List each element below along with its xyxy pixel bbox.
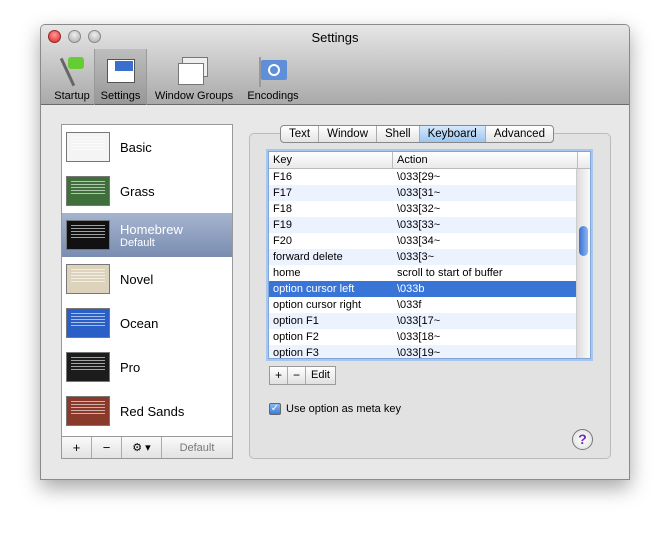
profile-list[interactable]: Basic Grass Homebrew Default Novel Ocean Pro Re…: [61, 124, 233, 437]
flag-icon: [56, 55, 88, 87]
column-header-action[interactable]: Action: [393, 152, 578, 168]
key-cell: option F2: [273, 331, 319, 343]
profile-thumbnail: [66, 264, 110, 294]
table-row[interactable]: option cursor right \033f: [269, 297, 590, 313]
table-row[interactable]: home scroll to start of buffer: [269, 265, 590, 281]
profile-item[interactable]: Novel: [62, 257, 232, 301]
profile-item[interactable]: Grass: [62, 169, 232, 213]
profile-name: Homebrew: [120, 221, 183, 237]
help-button[interactable]: ?: [572, 429, 593, 450]
default-button[interactable]: Default: [162, 437, 232, 458]
vertical-scrollbar[interactable]: [576, 169, 590, 358]
add-profile-button[interactable]: +: [62, 437, 92, 458]
add-key-button[interactable]: +: [270, 367, 289, 384]
profile-list-bar: + − ⚙ ▾ Default: [61, 437, 233, 459]
tab-text[interactable]: Text: [281, 126, 320, 142]
edit-key-button[interactable]: Edit: [306, 367, 335, 384]
profile-thumbnail: [66, 352, 110, 382]
key-cell: option F1: [273, 315, 319, 327]
action-cell: \033f: [397, 299, 422, 311]
profile-name: Red Sands: [120, 403, 185, 419]
key-cell: option cursor right: [273, 299, 362, 311]
profile-name: Pro: [120, 359, 141, 375]
action-cell: \033[3~: [397, 251, 435, 263]
gear-menu-button[interactable]: ⚙ ▾: [122, 437, 162, 458]
key-cell: forward delete: [273, 251, 343, 263]
profile-thumbnail: [66, 308, 110, 338]
action-cell: \033[34~: [397, 235, 441, 247]
toolbar-window-groups[interactable]: Window Groups: [150, 49, 238, 105]
key-cell: F19: [273, 219, 292, 231]
action-cell: \033[29~: [397, 171, 441, 183]
scrollbar-thumb[interactable]: [579, 226, 588, 256]
meta-key-option[interactable]: ✓ Use option as meta key: [269, 403, 401, 415]
window-groups-icon: [178, 55, 210, 87]
tab-keyboard[interactable]: Keyboard: [419, 126, 486, 142]
table-buttons: + − Edit: [269, 366, 336, 385]
key-cell: F16: [273, 171, 292, 183]
profile-item[interactable]: Pro: [62, 345, 232, 389]
table-row[interactable]: F17 \033[31~: [269, 185, 590, 201]
table-row[interactable]: option F1 \033[17~: [269, 313, 590, 329]
tab-advanced[interactable]: Advanced: [486, 126, 553, 142]
un-flag-icon: [257, 55, 289, 87]
settings-tabs: Text Window Shell Keyboard Advanced: [280, 125, 554, 143]
table-row[interactable]: F18 \033[32~: [269, 201, 590, 217]
profile-thumbnail: [66, 132, 110, 162]
meta-key-checkbox[interactable]: ✓: [269, 403, 281, 415]
profile-thumbnail: [66, 396, 110, 426]
tab-shell[interactable]: Shell: [377, 126, 420, 142]
settings-icon: [105, 55, 137, 87]
action-cell: \033[19~: [397, 347, 441, 359]
remove-profile-button[interactable]: −: [92, 437, 122, 458]
profile-item[interactable]: Homebrew Default: [62, 213, 232, 257]
remove-key-button[interactable]: −: [288, 367, 307, 384]
action-cell: scroll to start of buffer: [397, 267, 503, 279]
profile-name: Grass: [120, 183, 155, 199]
action-cell: \033[17~: [397, 315, 441, 327]
profile-item[interactable]: Red Sands: [62, 389, 232, 433]
profile-name: Ocean: [120, 315, 159, 331]
table-row[interactable]: forward delete \033[3~: [269, 249, 590, 265]
table-row[interactable]: F16 \033[29~: [269, 169, 590, 185]
profile-name: Basic: [120, 139, 152, 155]
toolbar-startup[interactable]: Startup: [47, 49, 97, 105]
key-cell: home: [273, 267, 301, 279]
key-cell: F18: [273, 203, 292, 215]
table-row[interactable]: option F2 \033[18~: [269, 329, 590, 345]
profile-name: Novel: [120, 271, 154, 287]
key-cell: option cursor left: [273, 283, 355, 295]
action-cell: \033[33~: [397, 219, 441, 231]
profile-item[interactable]: Ocean: [62, 301, 232, 345]
action-cell: \033[31~: [397, 187, 441, 199]
table-row[interactable]: F19 \033[33~: [269, 217, 590, 233]
key-cell: option F3: [273, 347, 319, 359]
action-cell: \033[18~: [397, 331, 441, 343]
table-row[interactable]: option cursor left \033b: [269, 281, 590, 297]
key-cell: F20: [273, 235, 292, 247]
action-cell: \033b: [397, 283, 425, 295]
toolbar-settings[interactable]: Settings: [94, 49, 147, 105]
column-header-key[interactable]: Key: [269, 152, 393, 168]
table-row[interactable]: option F3 \033[19~: [269, 345, 590, 359]
table-row[interactable]: F20 \033[34~: [269, 233, 590, 249]
profile-thumbnail: [66, 220, 110, 250]
tab-window[interactable]: Window: [319, 126, 377, 142]
profile-default-label: Default: [120, 236, 155, 249]
window-title: Settings: [311, 30, 359, 45]
toolbar-encodings[interactable]: Encodings: [244, 49, 302, 105]
profile-thumbnail: [66, 176, 110, 206]
title-toolbar: Settings Startup Settings Window Groups …: [41, 25, 629, 105]
action-cell: \033[32~: [397, 203, 441, 215]
settings-window: Settings Startup Settings Window Groups …: [40, 24, 630, 480]
key-cell: F17: [273, 187, 292, 199]
key-mapping-table[interactable]: Key Action F16 \033[29~ F17 \033[31~ F18 \033…: [268, 151, 591, 359]
profile-item[interactable]: Basic: [62, 125, 232, 169]
meta-key-label: Use option as meta key: [286, 403, 401, 415]
